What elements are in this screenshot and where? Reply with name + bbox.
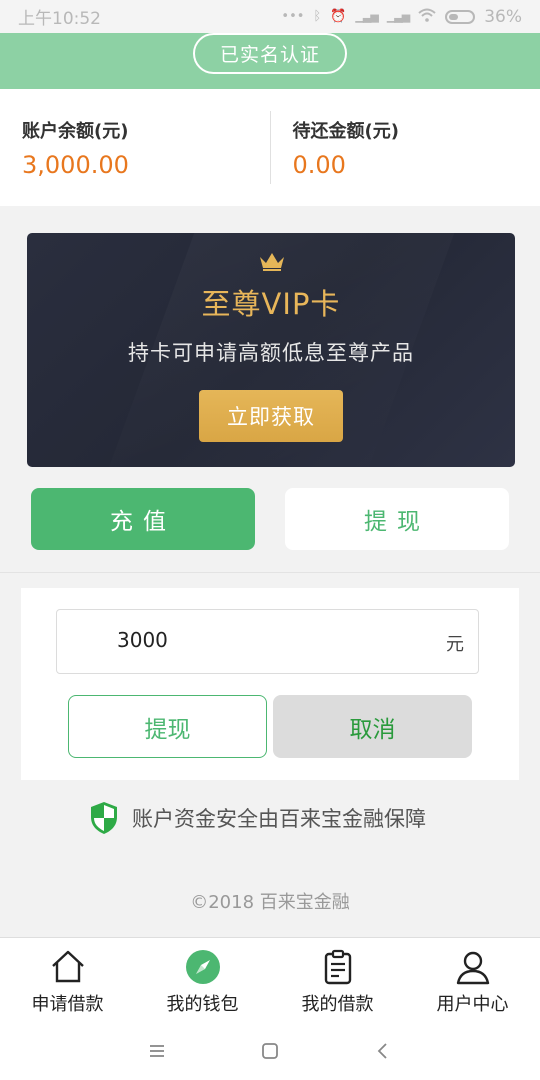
get-vip-button[interactable]: 立即获取 [199,390,343,442]
amount-field[interactable]: 元 [56,609,479,674]
tab-my-loans[interactable]: 我的借款 [270,938,405,1021]
crown-icon [260,253,284,271]
withdraw-panel: 元 提现 取消 [21,588,519,780]
cancel-button[interactable]: 取消 [273,695,472,758]
status-icons: ••• ᛒ ⏰ ▁▃▅ ▁▃▅ 36% [281,7,522,27]
dots-icon: ••• [281,9,305,24]
menu-icon[interactable] [146,1040,168,1062]
account-balance: 账户余额(元) 3,000.00 [0,89,270,206]
battery-percent: 36% [484,6,522,27]
home-square-icon[interactable] [259,1040,281,1062]
amount-input[interactable] [117,628,417,652]
vip-card-banner[interactable]: 至尊VIP卡 持卡可申请高额低息至尊产品 立即获取 [27,233,515,467]
copyright: ©2018 百来宝金融 [190,892,350,913]
wifi-icon [418,8,436,26]
confirm-withdraw-button[interactable]: 提现 [68,695,267,758]
page-header: 已实名认证 [0,33,540,89]
back-icon[interactable] [372,1040,394,1062]
action-row: 充值 提现 [31,488,509,550]
amount-due: 待还金额(元) 0.00 [269,111,540,184]
amount-due-value: 0.00 [292,151,346,179]
tab-apply-loan[interactable]: 申请借款 [0,938,135,1021]
tab-label: 我的借款 [301,994,374,1015]
battery-icon [445,9,476,24]
recharge-button[interactable]: 充值 [31,488,255,550]
status-time: 上午10:52 [18,9,101,29]
clipboard-icon [324,949,351,985]
home-icon [51,950,84,983]
bottom-tab-bar: 申请借款 我的钱包 我的借款 用户中心 [0,937,540,1021]
verified-badge[interactable]: 已实名认证 [193,33,347,74]
account-balance-label: 账户余额(元) [22,121,129,142]
compass-icon [185,950,220,984]
tab-label: 申请借款 [31,994,104,1015]
bluetooth-icon: ᛒ [313,9,322,24]
signal-icon: ▁▃▅ [386,10,410,23]
status-bar: 上午10:52 ••• ᛒ ⏰ ▁▃▅ ▁▃▅ 36% [0,0,540,33]
security-text: 账户资金安全由百来宝金融保障 [132,807,426,831]
balance-card: 账户余额(元) 3,000.00 待还金额(元) 0.00 [0,89,540,206]
signal-icon: ▁▃▅ [355,10,378,23]
divider [0,572,540,573]
alarm-icon: ⏰ [330,9,347,24]
system-navigation [0,1021,540,1080]
shield-icon [91,802,117,834]
tab-my-wallet[interactable]: 我的钱包 [135,938,270,1021]
tab-user-center[interactable]: 用户中心 [405,938,540,1021]
security-note: 账户资金安全由百来宝金融保障 [90,800,426,836]
amount-unit: 元 [446,634,464,655]
tab-label: 用户中心 [436,994,509,1015]
vip-title: 至尊VIP卡 [201,287,341,321]
account-balance-value: 3,000.00 [22,151,129,179]
amount-due-label: 待还金额(元) [292,121,399,142]
vip-subtitle: 持卡可申请高额低息至尊产品 [128,341,414,365]
withdraw-tab-button[interactable]: 提现 [285,488,509,550]
tab-label: 我的钱包 [166,994,239,1015]
user-icon [456,951,489,985]
